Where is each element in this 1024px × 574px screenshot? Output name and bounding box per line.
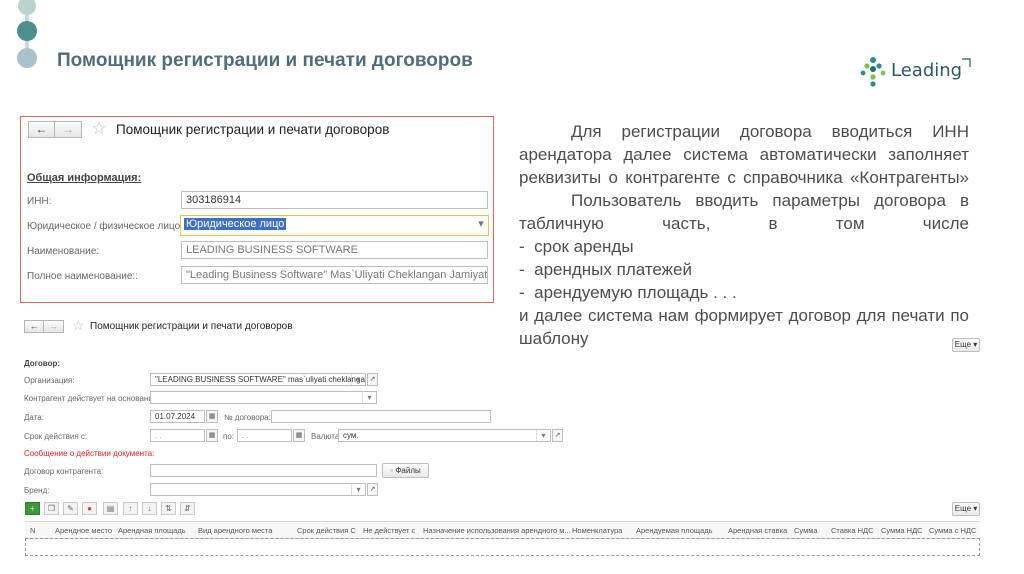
column-header[interactable]: Назначение использования арендного м... [423,526,571,535]
slide-title: Помощник регистрации и печати договоров [57,50,473,71]
registration-form-bottom: ← → ☆ Помощник регистрации и печати дого… [20,316,980,561]
general-info-section: Общая информация: [27,172,142,184]
window-title: Помощник регистрации и печати договоров [116,122,390,137]
move-up-icon[interactable]: ↑ [123,502,138,515]
basis-label: Контрагент действует на основании: [24,394,160,403]
sort-desc-icon[interactable]: ⇵ [180,502,195,515]
more-button[interactable]: Еще ▾ [952,338,980,352]
contract-number-field[interactable] [271,410,491,423]
basis-select[interactable]: ▾ [150,391,377,404]
organization-select[interactable]: "LEADING BUSINESS SOFTWARE" mas`uliyati … [150,373,366,386]
full-name-field[interactable]: "Leading Business Software" Mas`Uliyati … [181,266,488,284]
table-row[interactable] [25,538,980,556]
currency-label: Валюта: [311,432,342,441]
delete-row-icon[interactable]: ● [82,502,97,515]
column-header[interactable]: Сумма с НДС [929,526,976,535]
calendar-icon[interactable]: ▦ [206,410,218,423]
legal-type-select[interactable]: Юридическое лицо ▾ [180,215,489,236]
registration-form-top: ← → ☆ Помощник регистрации и печати дого… [20,116,494,303]
description-p1: Для регистрации договора вводиться ИНН а… [519,122,969,187]
calendar-icon[interactable]: ▦ [293,429,305,442]
column-header[interactable]: Ставка НДС [831,526,874,535]
currency-value: сум. [343,431,359,440]
column-header[interactable]: Арендуемая площадь [636,526,713,535]
nav-buttons: ← → [24,320,64,333]
window-title: Помощник регистрации и печати договоров [90,321,293,332]
open-link-icon[interactable]: ↗ [552,429,563,442]
column-header[interactable]: Арендная ставка [728,526,787,535]
open-link-icon[interactable]: ↗ [367,483,378,496]
organization-label: Организация: [24,376,75,385]
legal-type-label: Юридическое / физическое лицо: [27,221,183,232]
forward-button[interactable]: → [44,320,64,333]
period-label: Срок действия с: [24,432,88,441]
description-item: - арендных платежей [519,260,692,279]
brand-label: Бренд: [24,486,50,495]
table-more-button[interactable]: Еще ▾ [952,502,980,516]
add-row-icon[interactable]: + [25,502,40,515]
description-item: - срок аренды [519,237,634,256]
name-field[interactable]: LEADING BUSINESS SOFTWARE [181,241,488,259]
edit-row-icon[interactable]: ✎ [63,502,78,515]
logo-icon [860,57,886,87]
logo-text: Leading [891,60,963,81]
open-link-icon[interactable]: ↗ [367,373,378,386]
copy-row-icon[interactable]: ❐ [44,502,59,515]
favorite-star-icon[interactable]: ☆ [91,118,107,139]
logo-corner-mark [962,58,971,67]
fill-table-icon[interactable]: ▤ [103,502,118,515]
currency-select[interactable]: сум. ▾ [338,429,551,442]
chevron-down-icon[interactable]: ▾ [351,374,365,385]
column-header[interactable]: Не действует с [363,526,415,535]
date-field[interactable]: 01.07.2024 [150,410,205,423]
counterparty-contract-field[interactable] [150,464,377,477]
chevron-down-icon[interactable]: ▾ [474,216,488,235]
contract-section: Договор: [24,359,61,368]
calendar-icon[interactable]: ▦ [206,429,218,442]
column-header[interactable]: Арендная площадь [118,526,186,535]
column-header[interactable]: N [30,526,35,535]
counterparty-contract-label: Договор контрагента: [24,467,104,476]
period-from-field[interactable]: . . [150,429,205,442]
nav-buttons: ← → [28,121,82,138]
inn-label: ИНН: [27,196,52,207]
column-header[interactable]: Сумма [794,526,818,535]
sort-asc-icon[interactable]: ⇅ [161,502,176,515]
legal-type-value: Юридическое лицо [184,218,287,230]
decorative-dots [17,0,37,68]
column-header[interactable]: Арендное место [55,526,112,535]
column-header[interactable]: Номенклатура [572,526,622,535]
name-label: Наименование: [27,246,100,257]
description-p2: Пользователь вводить параметры договора … [519,191,969,233]
contract-number-label: № договора:: [224,413,274,422]
files-button[interactable]: ▫ Файлы [382,463,429,478]
inn-field[interactable]: 303186914 [181,191,488,209]
description-item: - арендуемую площадь . . . [519,283,737,302]
forward-button[interactable]: → [55,121,82,138]
period-to-field[interactable]: . . [237,429,292,442]
organization-value: "LEADING BUSINESS SOFTWARE" mas`uliyati … [155,375,366,384]
back-button[interactable]: ← [24,320,44,333]
move-down-icon[interactable]: ↓ [142,502,157,515]
leading-logo: Leading [857,56,972,88]
document-warning: Сообщение о действии документа: [24,449,155,458]
files-icon: ▫ [390,466,394,475]
column-header[interactable]: Вид арендного места [198,526,272,535]
column-header[interactable]: Срок действия С [297,526,356,535]
chevron-down-icon[interactable]: ▾ [351,484,365,495]
brand-select[interactable]: ▾ [150,483,366,496]
favorite-star-icon[interactable]: ☆ [72,317,85,334]
chevron-down-icon[interactable]: ▾ [362,392,376,403]
full-name-label: Полное наименование:: [27,271,138,282]
back-button[interactable]: ← [28,121,55,138]
period-to-label: по: [223,432,235,441]
chevron-down-icon[interactable]: ▾ [536,430,550,441]
date-label: Дата: [24,413,44,422]
table-header: N Арендное место Арендная площадь Вид ар… [25,521,980,539]
column-header[interactable]: Сумма НДС [881,526,923,535]
